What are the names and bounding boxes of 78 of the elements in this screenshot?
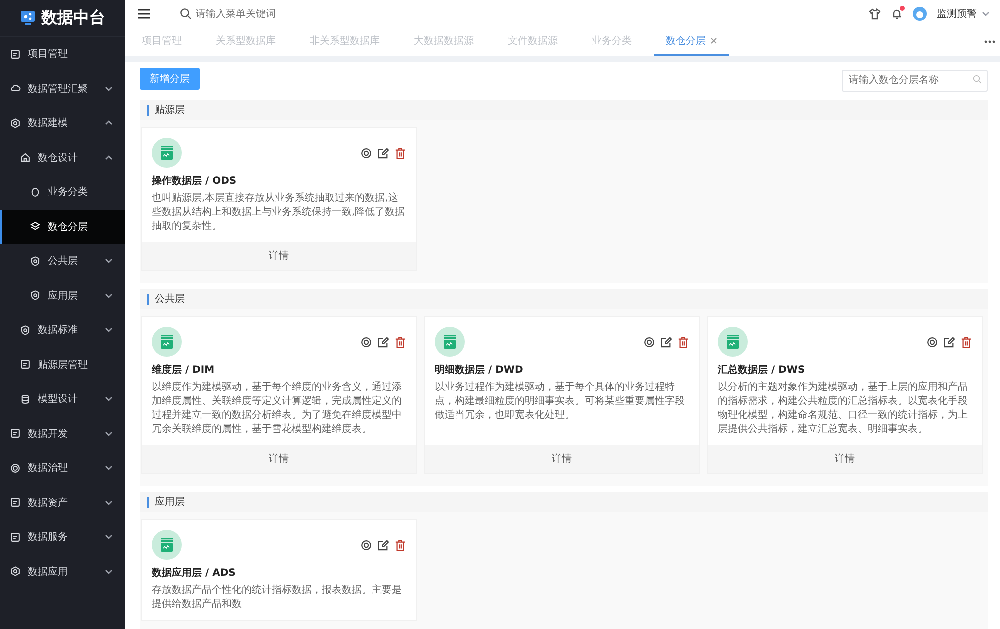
sidebar-item[interactable]: 数据标准	[0, 313, 125, 348]
sidebar-item[interactable]: 数据管理汇聚	[0, 72, 125, 106]
sidebar-item[interactable]: 贴源层管理	[0, 348, 125, 382]
edit-icon[interactable]	[378, 540, 389, 551]
delete-icon[interactable]	[961, 337, 972, 348]
card-description: 以分析的主题对象作为建模驱动，基于上层的应用和产品的指标需求，构建公共粒度的汇总指标表。以宽表化手段物理化模型，构建命名规范、口径一致的统计指标，为上层提供公共指标，建立汇总宽表、明细事实表。	[718, 381, 969, 437]
shield-icon	[30, 290, 41, 302]
card-title: 维度层 / DIM	[152, 363, 216, 377]
document-icon	[10, 428, 21, 440]
database-icon	[152, 530, 182, 560]
database-icon	[152, 138, 182, 168]
logo-text: 数据中台	[42, 8, 106, 28]
search-icon	[973, 74, 982, 84]
settings-icon[interactable]	[361, 148, 372, 159]
database-icon	[435, 327, 465, 357]
shield-icon	[30, 256, 41, 267]
card-title: 明细数据层 / DWD	[435, 364, 524, 377]
layers-icon	[30, 221, 41, 232]
close-icon[interactable]	[711, 38, 717, 44]
user-menu[interactable]: 监测预警	[937, 7, 977, 21]
shield-icon	[20, 324, 31, 336]
sidebar-item[interactable]: 数仓分层	[0, 210, 125, 244]
shirt-icon[interactable]	[869, 8, 881, 20]
circle-icon	[30, 186, 41, 198]
sidebar-item[interactable]: 数据服务	[0, 520, 125, 554]
database-icon	[20, 394, 31, 405]
document-icon	[10, 497, 21, 508]
card-title: 操作数据层 / ODS	[152, 174, 238, 188]
edit-icon[interactable]	[378, 337, 389, 348]
cloud-icon	[10, 83, 21, 94]
sidebar-item[interactable]: 数据建模	[0, 106, 125, 140]
edit-icon[interactable]	[944, 337, 955, 348]
sidebar-item[interactable]: 数据开发	[0, 416, 125, 451]
settings-icon[interactable]	[361, 540, 372, 551]
sidebar-item[interactable]: 应用层	[0, 278, 125, 313]
sidebar-item[interactable]: 业务分类	[0, 175, 125, 210]
database-icon	[152, 327, 182, 357]
document-icon	[20, 359, 31, 370]
settings-icon[interactable]	[361, 337, 372, 348]
edit-icon[interactable]	[378, 148, 389, 159]
details-button[interactable]: 详情	[708, 445, 982, 473]
bell-icon[interactable]	[891, 8, 903, 20]
card-description: 存放数据产品个性化的统计指标数据，报表数据。主要是提供给数据产品和数	[152, 584, 403, 612]
house-icon	[20, 152, 31, 164]
logo-icon	[20, 10, 36, 26]
settings-icon[interactable]	[927, 337, 938, 348]
sidebar-item[interactable]: 数据资产	[0, 486, 125, 520]
delete-icon[interactable]	[395, 337, 406, 348]
section-title: 应用层	[147, 496, 185, 508]
sidebar-item[interactable]: 公共层	[0, 244, 125, 278]
details-button[interactable]: 详情	[142, 242, 416, 270]
search-icon	[180, 8, 192, 20]
sidebar-item[interactable]: 数据应用	[0, 554, 125, 589]
sidebar-item[interactable]: 模型设计	[0, 382, 125, 416]
sidebar-item[interactable]: 数据治理	[0, 451, 125, 486]
card-description: 以业务过程作为建模驱动，基于每个具体的业务过程特点，构建最细粒度的明细事实表。可将某些重要属性字段做适当冗余，也即宽表化处理。	[435, 381, 686, 423]
menu-icon[interactable]	[138, 9, 150, 19]
document-icon	[10, 48, 21, 60]
document-icon	[10, 532, 21, 543]
sidebar-item[interactable]: 数仓设计	[0, 140, 125, 175]
layer-search-field[interactable]: 请输入数仓分层名称	[842, 70, 988, 92]
card-description: 以维度作为建模驱动，基于每个维度的业务含义，通过添加维度属性、关联维度等定义计算逻辑，完成属性定义的过程并建立一致的数据分析维表。为了避免在维度模型中冗余关联维度的属性，基于雪花模型构建维度表。	[152, 381, 403, 437]
delete-icon[interactable]	[395, 148, 406, 159]
edit-icon[interactable]	[661, 337, 672, 348]
card-description: 也叫贴源层,本层直接存放从业务系统抽取过来的数据,这些数据从结构上和数据上与业务系统保持一致,降低了数据抽取的复杂性。	[152, 192, 406, 234]
details-button[interactable]: 详情	[425, 445, 699, 473]
settings-icon[interactable]	[644, 337, 655, 348]
target-icon	[10, 462, 21, 474]
card-title: 汇总数据层 / DWS	[718, 364, 806, 377]
details-button[interactable]: 详情	[142, 445, 416, 473]
delete-icon[interactable]	[395, 540, 406, 551]
chevron-icon[interactable]	[982, 10, 990, 18]
section-title: 公共层	[147, 294, 185, 304]
section-title: 贴源层	[147, 104, 185, 116]
database-icon	[718, 327, 748, 357]
delete-icon[interactable]	[678, 337, 689, 348]
card-title: 数据应用层 / ADS	[152, 566, 237, 580]
sidebar-item[interactable]: 项目管理	[0, 37, 125, 72]
